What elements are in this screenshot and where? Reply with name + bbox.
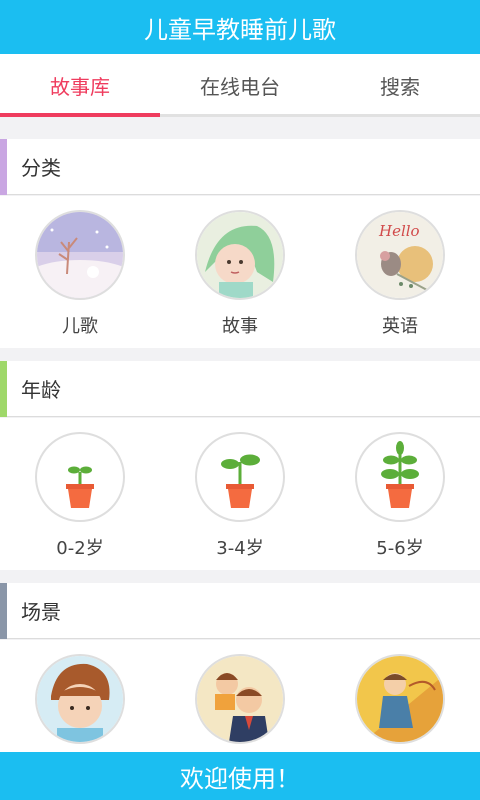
girl-umbrella-icon xyxy=(355,654,445,744)
tab-bar: 故事库 在线电台 搜索 xyxy=(0,54,480,116)
scene-grid xyxy=(0,640,480,752)
scene-item-3[interactable] xyxy=(320,654,480,744)
age-item-5-6[interactable]: 5-6岁 xyxy=(320,432,480,560)
section-accent-bar xyxy=(0,583,7,639)
category-label: 儿歌 xyxy=(62,316,98,337)
age-grid: 0-2岁 3-4岁 5-6岁 xyxy=(0,418,480,570)
tab-active-indicator xyxy=(0,113,160,117)
tab-story-library[interactable]: 故事库 xyxy=(0,54,160,116)
tab-search[interactable]: 搜索 xyxy=(320,54,480,116)
category-label: 故事 xyxy=(222,316,258,337)
tab-label: 搜索 xyxy=(380,74,420,99)
child-face-icon xyxy=(35,654,125,744)
scene-item-2[interactable] xyxy=(160,654,320,744)
age-label: 5-6岁 xyxy=(376,538,424,559)
age-item-3-4[interactable]: 3-4岁 xyxy=(160,432,320,560)
large-sprout-icon xyxy=(355,432,445,522)
section-accent-bar xyxy=(0,139,7,195)
tab-online-radio[interactable]: 在线电台 xyxy=(160,54,320,116)
section-header-age: 年龄 xyxy=(0,361,480,417)
girl-character-icon xyxy=(195,210,285,300)
category-item-songs[interactable]: 儿歌 xyxy=(0,210,160,338)
section-header-category: 分类 xyxy=(0,139,480,195)
section-accent-bar xyxy=(0,361,7,417)
category-grid: 儿歌 故事 Hello 英语 xyxy=(0,196,480,348)
section-title: 场景 xyxy=(21,600,61,624)
category-label: 英语 xyxy=(382,316,418,337)
age-label: 0-2岁 xyxy=(56,538,104,559)
tab-label: 在线电台 xyxy=(200,74,280,99)
hello-mouse-icon: Hello xyxy=(355,210,445,300)
section-title: 年龄 xyxy=(21,378,61,402)
scene-item-1[interactable] xyxy=(0,654,160,744)
tab-label: 故事库 xyxy=(50,74,110,99)
small-sprout-icon xyxy=(35,432,125,522)
medium-sprout-icon xyxy=(195,432,285,522)
father-child-icon xyxy=(195,654,285,744)
app-title: 儿童早教睡前儿歌 xyxy=(144,15,336,44)
age-item-0-2[interactable]: 0-2岁 xyxy=(0,432,160,560)
category-item-english[interactable]: Hello 英语 xyxy=(320,210,480,338)
hello-text: Hello xyxy=(378,222,420,240)
section-title: 分类 xyxy=(21,156,61,180)
welcome-banner: 欢迎使用！ xyxy=(0,752,480,800)
section-header-scene: 场景 xyxy=(0,583,480,639)
category-item-stories[interactable]: 故事 xyxy=(160,210,320,338)
age-label: 3-4岁 xyxy=(216,538,264,559)
app-title-bar: 儿童早教睡前儿歌 xyxy=(0,0,480,54)
welcome-text: 欢迎使用！ xyxy=(180,764,300,793)
winter-scene-icon xyxy=(35,210,125,300)
